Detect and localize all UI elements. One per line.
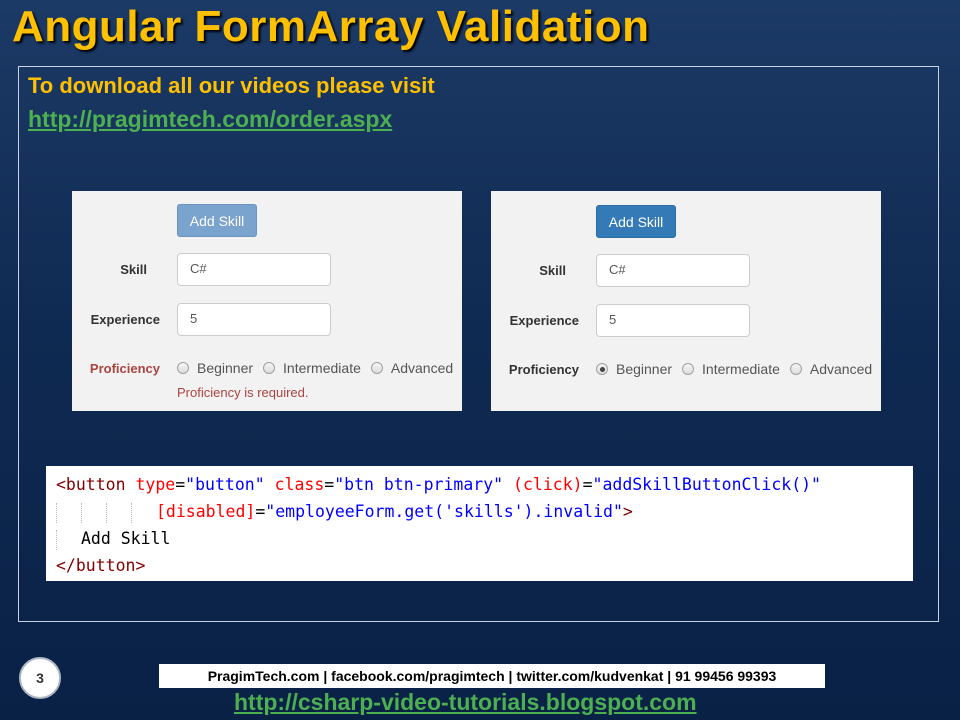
code-text: Add Skill: [81, 529, 171, 548]
skill-input[interactable]: C#: [177, 253, 331, 286]
radio-label-advanced: Advanced: [390, 360, 454, 376]
proficiency-radio-group: Beginner Intermediate Advanced: [177, 360, 463, 376]
code-val-disabled: "employeeForm.get('skills').invalid": [265, 502, 623, 521]
experience-input[interactable]: 5: [596, 304, 750, 337]
radio-intermediate[interactable]: [263, 362, 276, 374]
form-panel-invalid: Add Skill Skill C# Experience 5 Proficie…: [72, 191, 462, 411]
promo-text: To download all our videos please visit: [28, 73, 435, 98]
code-tag-close: </button>: [56, 556, 146, 575]
radio-label-intermediate: Intermediate: [283, 360, 361, 376]
code-attr-click: (click): [513, 475, 583, 494]
add-skill-button-enabled[interactable]: Add Skill: [596, 205, 676, 238]
code-tag-end: >: [622, 502, 633, 521]
code-val-class: "btn btn-primary": [334, 475, 504, 494]
code-snippet: <button type="button" class="btn btn-pri…: [46, 466, 913, 581]
code-line-3: Add Skill: [56, 525, 913, 552]
experience-input[interactable]: 5: [177, 303, 331, 336]
code-line-2: [disabled]="employeeForm.get('skills').i…: [56, 498, 913, 525]
proficiency-label: Proficiency: [89, 361, 160, 376]
experience-label: Experience: [90, 312, 160, 327]
code-val-click: "addSkillButtonClick()": [592, 475, 821, 494]
experience-label: Experience: [509, 313, 579, 328]
slide-title: Angular FormArray Validation: [12, 2, 650, 51]
radio-beginner[interactable]: [177, 362, 189, 374]
proficiency-error: Proficiency is required.: [177, 385, 309, 400]
radio-label-intermediate: Intermediate: [702, 361, 780, 377]
radio-intermediate[interactable]: [682, 363, 695, 375]
skill-label: Skill: [539, 263, 566, 278]
slide-number: 3: [19, 657, 61, 699]
promo-link[interactable]: http://pragimtech.com/order.aspx: [28, 106, 392, 133]
proficiency-label: Proficiency: [508, 362, 579, 377]
radio-advanced[interactable]: [789, 363, 802, 375]
add-skill-button-disabled[interactable]: Add Skill: [177, 204, 257, 237]
code-line-1: <button type="button" class="btn btn-pri…: [56, 475, 821, 494]
radio-label-advanced: Advanced: [809, 361, 873, 377]
footer-contact-bar: PragimTech.com | facebook.com/pragimtech…: [159, 664, 825, 688]
footer-link[interactable]: http://csharp-video-tutorials.blogspot.c…: [234, 689, 697, 716]
code-line-4: </button>: [56, 552, 913, 579]
code-attr-disabled: [disabled]: [156, 502, 256, 521]
skill-input[interactable]: C#: [596, 254, 750, 287]
code-attr-class: class: [274, 475, 325, 494]
skill-label: Skill: [120, 262, 147, 277]
radio-beginner[interactable]: [596, 363, 608, 375]
proficiency-radio-group: Beginner Intermediate Advanced: [596, 361, 882, 377]
code-attr-type: type: [135, 475, 176, 494]
code-val-type: "button": [185, 475, 265, 494]
radio-label-beginner: Beginner: [616, 361, 673, 377]
radio-label-beginner: Beginner: [197, 360, 254, 376]
form-panel-valid: Add Skill Skill C# Experience 5 Proficie…: [491, 191, 881, 411]
code-tag-open: <button: [56, 475, 126, 494]
radio-advanced[interactable]: [370, 362, 383, 374]
